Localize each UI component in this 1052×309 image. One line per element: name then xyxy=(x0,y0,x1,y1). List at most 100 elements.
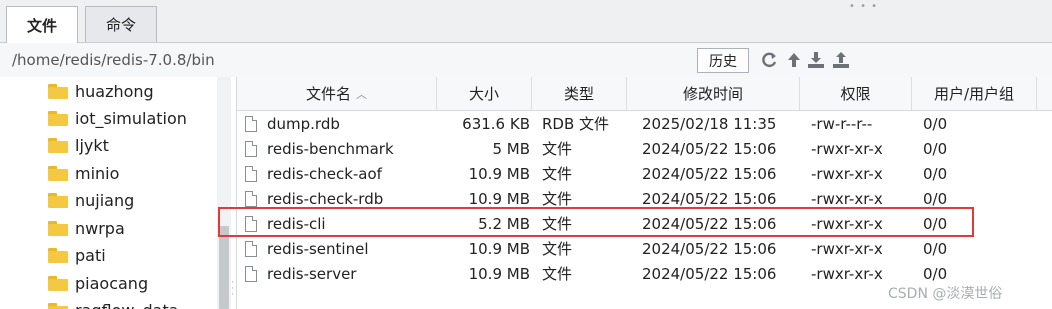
tree-item[interactable]: nujiang xyxy=(48,187,134,213)
column-header-owner[interactable]: 用户/用户组 xyxy=(912,77,1037,110)
tree-item-label: huazhong xyxy=(75,81,154,101)
file-owner: 0/0 xyxy=(923,214,948,233)
column-header-modified[interactable]: 修改时间 xyxy=(627,77,800,110)
current-path[interactable]: /home/redis/redis-7.0.8/bin xyxy=(12,51,215,69)
column-label: 权限 xyxy=(840,85,871,103)
file-modified: 2024/05/22 15:06 xyxy=(642,139,777,158)
column-header-type[interactable]: 类型 xyxy=(532,77,627,110)
file-name-cell: redis-sentinel xyxy=(245,236,368,261)
file-size: 10.9 MB xyxy=(468,189,530,208)
tree-item[interactable]: ragflow_data xyxy=(48,297,179,309)
file-owner: 0/0 xyxy=(923,164,948,183)
tree-item-label: ragflow_data xyxy=(75,301,179,309)
path-bar: /home/redis/redis-7.0.8/bin xyxy=(0,43,1052,77)
file-name-cell: redis-benchmark xyxy=(245,136,394,161)
table-row[interactable]: redis-check-aof 10.9 MB 文件 2024/05/22 15… xyxy=(237,161,1052,186)
tree-item-label: nwrpa xyxy=(75,218,125,238)
file-name: redis-benchmark xyxy=(267,139,394,158)
column-label: 修改时间 xyxy=(682,85,743,103)
file-owner: 0/0 xyxy=(923,114,948,133)
table-header: 文件名 ︿ 大小 类型 修改时间 权限 用户/用户组 xyxy=(237,77,1052,111)
tab-commands[interactable]: 命令 xyxy=(85,6,157,42)
table-row[interactable]: redis-sentinel 10.9 MB 文件 2024/05/22 15:… xyxy=(237,236,1052,261)
folder-icon xyxy=(48,247,68,263)
file-name: redis-check-aof xyxy=(267,164,382,183)
tree-item[interactable]: minio xyxy=(48,160,119,186)
file-icon xyxy=(245,265,257,282)
file-type: 文件 xyxy=(542,165,573,183)
history-button[interactable]: 历史 xyxy=(697,48,749,73)
tab-files[interactable]: 文件 xyxy=(6,6,78,43)
column-label: 文件名 xyxy=(305,85,351,103)
file-owner: 0/0 xyxy=(923,189,948,208)
download-icon[interactable] xyxy=(806,50,826,70)
table-row[interactable]: redis-benchmark 5 MB 文件 2024/05/22 15:06… xyxy=(237,136,1052,161)
file-modified: 2024/05/22 15:06 xyxy=(642,264,777,283)
file-name: dump.rdb xyxy=(267,114,340,133)
tab-bar: 文件 命令 • • • xyxy=(0,0,1052,43)
file-name: redis-sentinel xyxy=(267,239,369,258)
file-permissions: -rwxr-xr-x xyxy=(811,239,883,258)
file-icon xyxy=(245,115,257,132)
tree-item-label: nujiang xyxy=(75,190,135,210)
folder-icon xyxy=(48,137,68,153)
file-permissions: -rwxr-xr-x xyxy=(811,214,883,233)
tree-item[interactable]: piaocang xyxy=(48,270,148,296)
file-name-cell: redis-server xyxy=(245,261,356,286)
folder-icon xyxy=(48,110,68,126)
tree-item-label: minio xyxy=(75,163,120,183)
folder-icon xyxy=(48,83,68,99)
file-name-cell: redis-check-aof xyxy=(245,161,382,186)
refresh-icon[interactable] xyxy=(759,50,779,70)
file-modified: 2024/05/22 15:06 xyxy=(642,239,777,258)
file-type: 文件 xyxy=(542,190,573,208)
file-size: 10.9 MB xyxy=(468,164,530,183)
column-header-size[interactable]: 大小 xyxy=(437,77,532,110)
drag-grip-icon[interactable]: • • • xyxy=(849,1,878,12)
file-size: 5 MB xyxy=(492,139,530,158)
tree-item[interactable]: ljykt xyxy=(48,132,109,158)
table-row[interactable]: dump.rdb 631.6 KB RDB 文件 2025/02/18 11:3… xyxy=(237,111,1052,136)
file-name: redis-server xyxy=(267,264,357,283)
file-owner: 0/0 xyxy=(923,139,948,158)
file-icon xyxy=(245,215,257,232)
file-modified: 2024/05/22 15:06 xyxy=(642,189,777,208)
folder-icon xyxy=(48,275,68,291)
watermark: CSDN @淡漠世俗 xyxy=(888,286,1003,302)
tree-item[interactable]: iot_simulation xyxy=(48,105,187,131)
tree-item[interactable]: pati xyxy=(48,242,106,268)
tree-item-label: ljykt xyxy=(75,135,109,155)
file-name-cell: redis-check-rdb xyxy=(245,186,383,211)
file-type: 文件 xyxy=(542,265,573,283)
file-name-cell: dump.rdb xyxy=(245,111,340,136)
column-header-name[interactable]: 文件名 ︿ xyxy=(237,77,437,110)
file-icon xyxy=(245,240,257,257)
splitter-grip-icon[interactable]: · · · xyxy=(231,279,234,300)
file-owner: 0/0 xyxy=(923,239,948,258)
upload-arrow-icon[interactable] xyxy=(784,50,804,70)
table-row[interactable]: redis-check-rdb 10.9 MB 文件 2024/05/22 15… xyxy=(237,186,1052,211)
file-type: RDB 文件 xyxy=(542,115,610,133)
tree-scrollbar[interactable] xyxy=(219,226,229,309)
file-modified: 2024/05/22 15:06 xyxy=(642,164,777,183)
column-header-permissions[interactable]: 权限 xyxy=(800,77,912,110)
file-permissions: -rwxr-xr-x xyxy=(811,264,883,283)
column-label: 类型 xyxy=(563,85,594,103)
tree-item-label: piaocang xyxy=(75,273,149,293)
folder-icon xyxy=(48,192,68,208)
file-size: 10.9 MB xyxy=(468,239,530,258)
file-permissions: -rwxr-xr-x xyxy=(811,189,883,208)
sort-ascending-icon: ︿ xyxy=(356,87,367,101)
upload-icon[interactable] xyxy=(831,50,851,70)
file-modified: 2025/02/18 11:35 xyxy=(642,114,777,133)
tree-item[interactable]: nwrpa xyxy=(48,215,125,241)
folder-tree: huazhong iot_simulation ljykt minio nuji… xyxy=(0,77,232,309)
table-row-highlighted[interactable]: redis-cli 5.2 MB 文件 2024/05/22 15:06 -rw… xyxy=(237,211,1052,236)
column-label: 大小 xyxy=(468,85,499,103)
file-size: 631.6 KB xyxy=(462,114,530,133)
file-size: 10.9 MB xyxy=(468,264,530,283)
column-label: 用户/用户组 xyxy=(933,85,1015,103)
file-permissions: -rw-r--r-- xyxy=(811,114,873,133)
tree-item[interactable]: huazhong xyxy=(48,78,154,104)
file-icon xyxy=(245,140,257,157)
